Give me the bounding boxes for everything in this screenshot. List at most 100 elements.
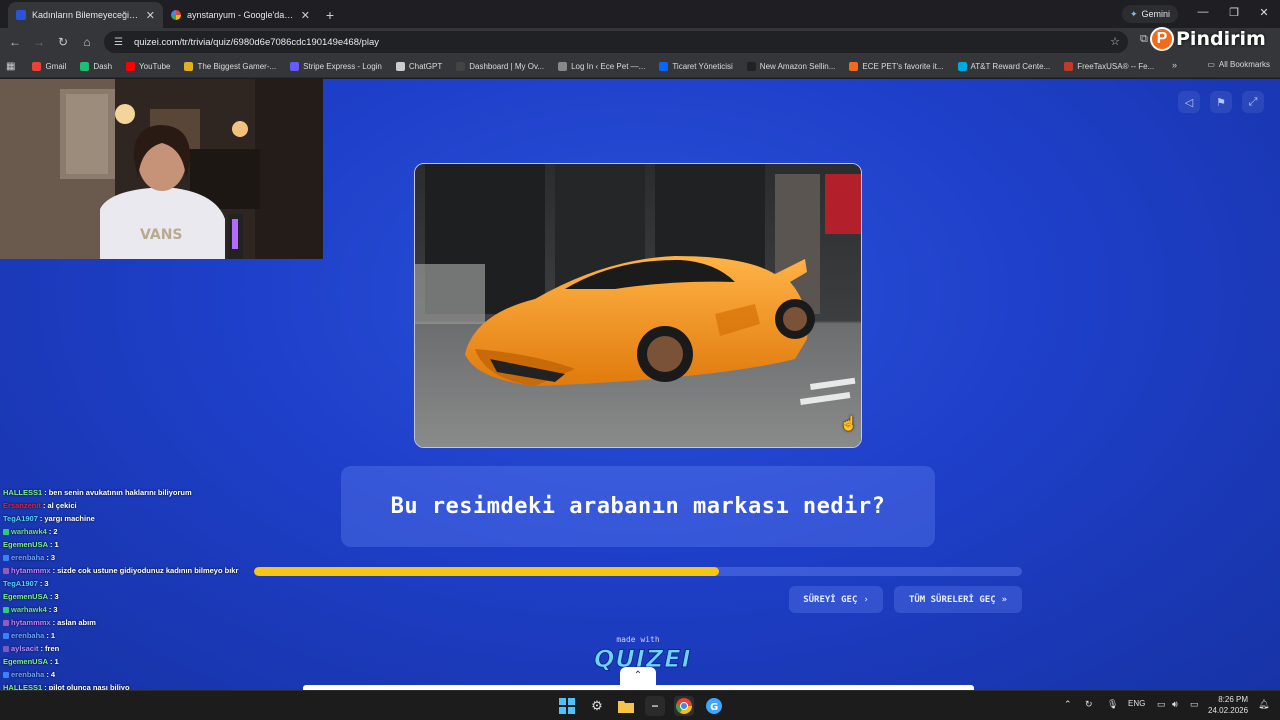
sound-toggle-icon[interactable]: ◁ bbox=[1178, 91, 1200, 113]
close-tab-icon[interactable]: ✕ bbox=[301, 9, 310, 22]
taskbar-clock[interactable]: 8:26 PM 24.02.2026 bbox=[1208, 694, 1248, 716]
network-icon[interactable]: ▭ bbox=[1157, 699, 1166, 710]
bookmarks-overflow-icon[interactable]: » bbox=[1172, 60, 1177, 70]
bookmark-item[interactable]: Dash bbox=[73, 57, 119, 77]
svg-text:G: G bbox=[710, 702, 718, 713]
chat-badge-icon bbox=[3, 554, 9, 561]
home-icon[interactable]: ⌂ bbox=[75, 30, 99, 54]
restore-icon[interactable]: ❐ bbox=[1226, 6, 1242, 19]
bookmark-favicon-icon bbox=[456, 62, 466, 71]
made-with-label: made with bbox=[616, 635, 660, 644]
tab-quiz[interactable]: Kadınların Bilemeyeceği Şeyler ✕ bbox=[8, 2, 163, 28]
chat-text: 3 bbox=[44, 579, 49, 588]
chrome-icon[interactable] bbox=[674, 696, 694, 716]
pindirim-logo-icon: P bbox=[1150, 27, 1174, 51]
bookmark-favicon-icon bbox=[1064, 62, 1074, 71]
chat-message: Ersanzenit: al çekici bbox=[3, 499, 323, 512]
chat-separator: : bbox=[42, 501, 46, 510]
show-hidden-icons-icon[interactable]: ⌃ bbox=[1064, 699, 1072, 710]
tab-google-search[interactable]: aynstanyum - Google'da Ara ✕ bbox=[163, 2, 318, 28]
sync-icon[interactable]: ↻ bbox=[1085, 699, 1093, 710]
bookmark-item[interactable]: Gmail bbox=[25, 57, 73, 77]
bookmark-item[interactable]: New Amazon Sellin... bbox=[740, 57, 843, 77]
chat-separator: : bbox=[40, 644, 44, 653]
battery-icon[interactable]: ▭ bbox=[1190, 699, 1199, 710]
volume-icon[interactable]: 🔊︎ bbox=[1172, 699, 1178, 710]
chat-badge-icon bbox=[3, 606, 9, 613]
chat-message: hytammmx: aslan abım bbox=[3, 616, 323, 629]
minimize-icon[interactable]: — bbox=[1195, 6, 1211, 18]
bookmark-item[interactable]: Dashboard | My Ov... bbox=[449, 57, 551, 77]
chat-separator: : bbox=[52, 618, 56, 627]
microphone-icon[interactable]: 🎙︎ bbox=[1107, 699, 1118, 710]
new-tab-button[interactable]: + bbox=[318, 2, 342, 28]
double-chevron-right-icon: » bbox=[1001, 594, 1008, 605]
bookmark-favicon-icon bbox=[32, 62, 42, 71]
file-explorer-icon[interactable] bbox=[616, 696, 636, 716]
bookmark-label: Dashboard | My Ov... bbox=[469, 62, 545, 71]
bookmark-item[interactable]: The Biggest Gamer-... bbox=[177, 57, 283, 77]
bookmark-favicon-icon bbox=[558, 62, 568, 71]
chat-text: 3 bbox=[50, 553, 56, 562]
g-app-icon[interactable]: G bbox=[704, 696, 724, 716]
bookmark-label: Log In ‹ Ece Pet —... bbox=[571, 62, 646, 71]
back-icon[interactable]: ← bbox=[3, 30, 27, 54]
site-info-icon[interactable]: ☰ bbox=[114, 37, 126, 48]
chat-badge-icon bbox=[3, 619, 9, 626]
browser-toolbar: ← → ↻ ⌂ ☰ quizei.com/tr/trivia/quiz/6980… bbox=[0, 28, 1280, 56]
gemini-button[interactable]: ✦ Gemini bbox=[1122, 5, 1179, 23]
forward-icon[interactable]: → bbox=[27, 30, 51, 54]
bookmark-item[interactable]: Log In ‹ Ece Pet —... bbox=[551, 57, 652, 77]
stream-chat-overlay: HALLESS1: ben senin avukatının haklarını … bbox=[3, 486, 323, 690]
chat-message: warhawk4:2 bbox=[3, 525, 323, 538]
report-flag-icon[interactable]: ⚑ bbox=[1210, 91, 1232, 113]
steelseries-icon[interactable]: ⚙ bbox=[587, 696, 607, 716]
all-bookmarks-button[interactable]: ▭ All Bookmarks bbox=[1207, 60, 1270, 69]
bookmark-item[interactable]: ECE PET's favorite it... bbox=[842, 57, 950, 77]
app-icon[interactable]: ▬ bbox=[645, 696, 665, 716]
fullscreen-icon[interactable]: ⤢ bbox=[1242, 91, 1264, 113]
close-tab-icon[interactable]: ✕ bbox=[146, 9, 155, 22]
chat-separator: : bbox=[50, 592, 53, 601]
apps-grid-icon[interactable]: ▦ bbox=[6, 61, 15, 72]
all-bookmarks-label: All Bookmarks bbox=[1218, 60, 1270, 69]
google-favicon-icon bbox=[171, 10, 181, 20]
bookmark-favicon-icon bbox=[184, 62, 194, 71]
chat-text: 3 bbox=[54, 592, 59, 601]
bookmark-favicon-icon bbox=[80, 62, 90, 71]
chat-text: 4 bbox=[50, 670, 56, 679]
bookmark-label: Gmail bbox=[45, 62, 67, 71]
chat-username: Ersanzenit bbox=[3, 501, 41, 510]
tab-strip: Kadınların Bilemeyeceği Şeyler ✕ aynstan… bbox=[0, 0, 1280, 28]
skip-timer-button[interactable]: SÜREYİ GEÇ › bbox=[789, 586, 883, 613]
gemini-label: Gemini bbox=[1141, 9, 1171, 19]
reload-icon[interactable]: ↻ bbox=[51, 30, 75, 54]
bookmark-item[interactable]: YouTube bbox=[119, 57, 177, 77]
extensions-icon[interactable]: ⧉ bbox=[1140, 33, 1148, 46]
chevron-up-icon[interactable]: ⌃ bbox=[620, 667, 656, 685]
chat-username: TegA1907 bbox=[3, 514, 38, 523]
bookmark-item[interactable]: Ticaret Yöneticisi bbox=[652, 57, 739, 77]
bookmark-item[interactable]: AT&T Reward Cente... bbox=[951, 57, 1058, 77]
bookmark-item[interactable]: FreeTaxUSA® -- Fe... bbox=[1057, 57, 1161, 77]
chat-badge-icon bbox=[3, 645, 9, 652]
close-window-icon[interactable]: ✕ bbox=[1256, 6, 1272, 19]
bookmark-item[interactable]: ChatGPT bbox=[389, 57, 449, 77]
notification-bell-icon[interactable]: 🔔︎ bbox=[1258, 699, 1269, 710]
chat-separator: : bbox=[48, 527, 52, 536]
bookmark-label: ECE PET's favorite it... bbox=[862, 62, 944, 71]
chat-message: EgemenUSA:1 bbox=[3, 655, 323, 668]
chat-username: warhawk4 bbox=[11, 527, 47, 536]
pindirim-watermark: P Pindirim bbox=[1150, 27, 1266, 51]
chat-text: fren bbox=[45, 644, 60, 653]
bookmark-star-icon[interactable]: ☆ bbox=[1110, 35, 1120, 48]
chat-badge-icon bbox=[3, 528, 9, 535]
windows-start-icon[interactable] bbox=[557, 696, 577, 716]
address-bar[interactable]: ☰ quizei.com/tr/trivia/quiz/6980d6e7086c… bbox=[104, 31, 1128, 53]
svg-text:VANS: VANS bbox=[140, 227, 183, 243]
language-indicator[interactable]: ENG bbox=[1128, 699, 1145, 708]
skip-all-timers-button[interactable]: TÜM SÜRELERİ GEÇ » bbox=[894, 586, 1022, 613]
bookmark-item[interactable]: Stripe Express - Login bbox=[283, 57, 389, 77]
bookmark-label: Ticaret Yöneticisi bbox=[672, 62, 733, 71]
chat-username: TegA1907 bbox=[3, 579, 38, 588]
